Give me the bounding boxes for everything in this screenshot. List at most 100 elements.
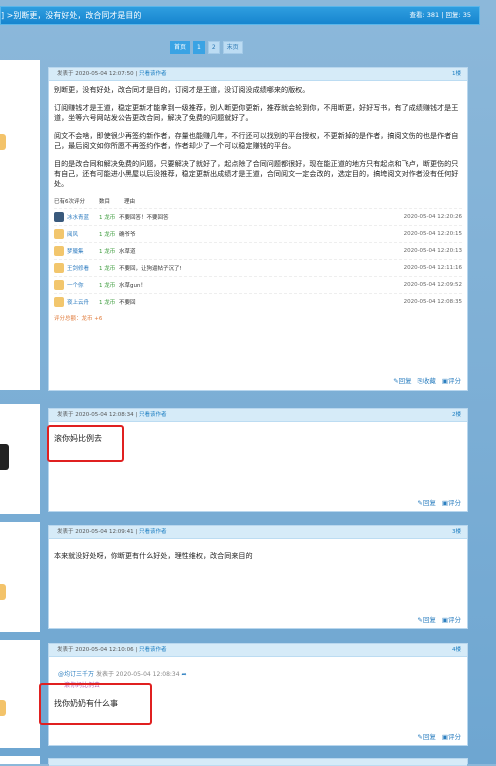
- rating-time: 2020-05-04 12:09:52: [403, 282, 462, 288]
- post-actions: ✎回复 ⎘收藏 ▣评分: [393, 375, 461, 386]
- rater-name[interactable]: 冰水青蓝: [67, 213, 99, 221]
- favorite-button[interactable]: ⎘收藏: [418, 375, 436, 386]
- page-first[interactable]: 首页: [170, 41, 191, 54]
- rate-button[interactable]: ▣评分: [442, 614, 461, 624]
- quote-meta: 发表于 2020-05-04 12:08:34: [95, 671, 180, 678]
- post-paragraph: 目的是改合同和解决免费的问题，只要解决了就好了，起点除了合同问题都很好，现在能正…: [54, 159, 459, 188]
- reply-button[interactable]: ✎回复: [417, 731, 435, 741]
- post-text: 本来就没好处呀，你断更有什么好处，理性维权，改合同来目的: [54, 551, 253, 560]
- rating-row: 冰水青蓝 1 龙币 不要回答！不要回答 2020-05-04 12:20:26: [54, 208, 462, 225]
- rating-time: 2020-05-04 12:20:26: [403, 214, 462, 220]
- rater-avatar[interactable]: [54, 297, 64, 307]
- rate-button[interactable]: ▣评分: [442, 731, 461, 741]
- quote-line: @均订三千万 发表于 2020-05-04 12:08:34 ➦: [54, 669, 462, 678]
- post-3: 发表于 2020-05-04 12:09:41 | 只看该作者 3楼 本来就没好…: [48, 525, 468, 629]
- rating-col-coin: 数目: [99, 199, 111, 205]
- author-avatar[interactable]: [0, 584, 6, 600]
- post-paragraph: 阅文不会啥，即使很少再签约新作者，存量也能赚几年，不行还可以找别的平台授权，不更…: [54, 131, 459, 150]
- rating-row: 王剑修看 1 龙币 不要回，让狗逼帖子沉了! 2020-05-04 12:11:…: [54, 259, 462, 276]
- rating-coin: 1 龙币: [99, 283, 116, 289]
- page-last[interactable]: 末页: [222, 41, 243, 54]
- rating-row: 梦魇集 1 龙币 水草道 2020-05-04 12:20:13: [54, 242, 462, 259]
- rater-name[interactable]: 夜上云舟: [67, 298, 99, 306]
- back-arrow-icon[interactable]: ➦: [182, 671, 187, 678]
- author-avatar[interactable]: [0, 444, 9, 470]
- rating-reason: 水草道: [119, 249, 136, 255]
- rating-time: 2020-05-04 12:08:35: [403, 299, 462, 305]
- post-meta: 发表于 2020-05-04 12:10:06 |: [57, 647, 140, 653]
- post-content: 本来就没好处呀，你断更有什么好处，理性维权，改合同来目的: [49, 539, 467, 561]
- author-cell-5: [0, 756, 40, 764]
- rater-avatar[interactable]: [54, 229, 64, 239]
- reply-button[interactable]: ✎回复: [417, 497, 435, 507]
- rating-coin: 1 龙币: [99, 249, 116, 255]
- post-paragraph: 别断更，没有好处，改合同才是目的，订阅才是王道，没订阅没成绩哪来的版权。: [54, 85, 310, 94]
- reply-button[interactable]: ✎回复: [417, 614, 435, 624]
- pagination: 首页 1 2 末页: [170, 41, 243, 54]
- rating-reason: 水草gun！: [119, 283, 146, 289]
- post-meta: 发表于 2020-05-04 12:08:34 |: [57, 412, 140, 418]
- post-content: 别断更，没有好处，改合同才是目的，订阅才是王道，没订阅没成绩哪来的版权。 订阅赚…: [49, 81, 467, 322]
- rate-button[interactable]: ▣评分: [442, 497, 461, 507]
- rating-coin: 1 龙币: [99, 232, 116, 238]
- rating-col-reason: 理由: [124, 199, 136, 205]
- thread-stats: 查看: 381 | 回复: 35: [409, 11, 471, 19]
- post-header: 发表于 2020-05-04 12:08:34 | 只看该作者 2楼: [49, 409, 467, 422]
- thread-title-bar: ] >别断更，没有好处，改合同才是目的 查看: 381 | 回复: 35: [0, 6, 480, 25]
- only-author-link[interactable]: 只看该作者: [139, 647, 167, 653]
- rating-reason: 不要回: [119, 300, 136, 306]
- floor-number[interactable]: 2楼: [452, 409, 461, 421]
- quote-author[interactable]: @均订三千万: [58, 671, 94, 678]
- rating-coin: 1 龙币: [99, 215, 116, 221]
- post-header: 发表于 2020-05-04 12:09:41 | 只看该作者 3楼: [49, 526, 467, 539]
- rating-header: 已有6次评分 数目 理由: [54, 197, 462, 205]
- highlight-box: [47, 425, 124, 462]
- rater-avatar[interactable]: [54, 212, 64, 222]
- post-5: [48, 758, 468, 766]
- floor-number[interactable]: 4楼: [452, 644, 461, 656]
- rater-name[interactable]: 一个你: [67, 281, 99, 289]
- rater-name[interactable]: 王剑修看: [67, 264, 99, 272]
- rating-reason: 不要回答！不要回答: [119, 215, 169, 221]
- post-1: 发表于 2020-05-04 12:07:50 | 只看该作者 1楼 别断更，没…: [48, 67, 468, 391]
- page-2[interactable]: 2: [207, 41, 220, 54]
- thread-title: ] >别断更，没有好处，改合同才是目的: [1, 11, 142, 20]
- rater-avatar[interactable]: [54, 263, 64, 273]
- author-avatar[interactable]: [0, 700, 6, 716]
- rate-button[interactable]: ▣评分: [442, 375, 461, 386]
- author-avatar[interactable]: [0, 134, 6, 150]
- author-cell-1: [0, 60, 40, 390]
- post-actions: ✎回复 ▣评分: [417, 497, 461, 507]
- post-actions: ✎回复 ▣评分: [417, 614, 461, 624]
- floor-number[interactable]: 1楼: [452, 68, 461, 80]
- rating-time: 2020-05-04 12:11:16: [403, 265, 462, 271]
- rater-name[interactable]: 梦魇集: [67, 247, 99, 255]
- rating-row: 阅风 1 龙币 确爷爷 2020-05-04 12:20:15: [54, 225, 462, 242]
- post-actions: ✎回复 ▣评分: [417, 731, 461, 741]
- floor-number[interactable]: 3楼: [452, 526, 461, 538]
- author-cell-4: [0, 640, 40, 748]
- rating-reason: 不要回，让狗逼帖子沉了!: [119, 266, 182, 272]
- rater-avatar[interactable]: [54, 280, 64, 290]
- rating-summary[interactable]: 已有6次评分: [54, 197, 85, 205]
- post-meta: 发表于 2020-05-04 12:07:50 |: [57, 71, 140, 77]
- post-meta: 发表于 2020-05-04 12:09:41 |: [57, 529, 140, 535]
- rating-row: 一个你 1 龙币 水草gun！ 2020-05-04 12:09:52: [54, 276, 462, 293]
- author-cell-3: [0, 522, 40, 632]
- reply-button[interactable]: ✎回复: [393, 375, 411, 386]
- only-author-link[interactable]: 只看该作者: [139, 529, 167, 535]
- highlight-box: [39, 683, 152, 725]
- author-cell-2: [0, 404, 40, 514]
- rating-time: 2020-05-04 12:20:15: [403, 231, 462, 237]
- only-author-link[interactable]: 只看该作者: [139, 412, 167, 418]
- post-header: [49, 759, 467, 766]
- rater-name[interactable]: 阅风: [67, 230, 99, 238]
- rating-coin: 1 龙币: [99, 266, 116, 272]
- post-header: 发表于 2020-05-04 12:07:50 | 只看该作者 1楼: [49, 68, 467, 81]
- only-author-link[interactable]: 只看该作者: [139, 71, 167, 77]
- rater-avatar[interactable]: [54, 246, 64, 256]
- rating-time: 2020-05-04 12:20:13: [403, 248, 462, 254]
- post-header: 发表于 2020-05-04 12:10:06 | 只看该作者 4楼: [49, 644, 467, 657]
- page-1[interactable]: 1: [193, 41, 205, 54]
- rating-reason: 确爷爷: [119, 232, 136, 238]
